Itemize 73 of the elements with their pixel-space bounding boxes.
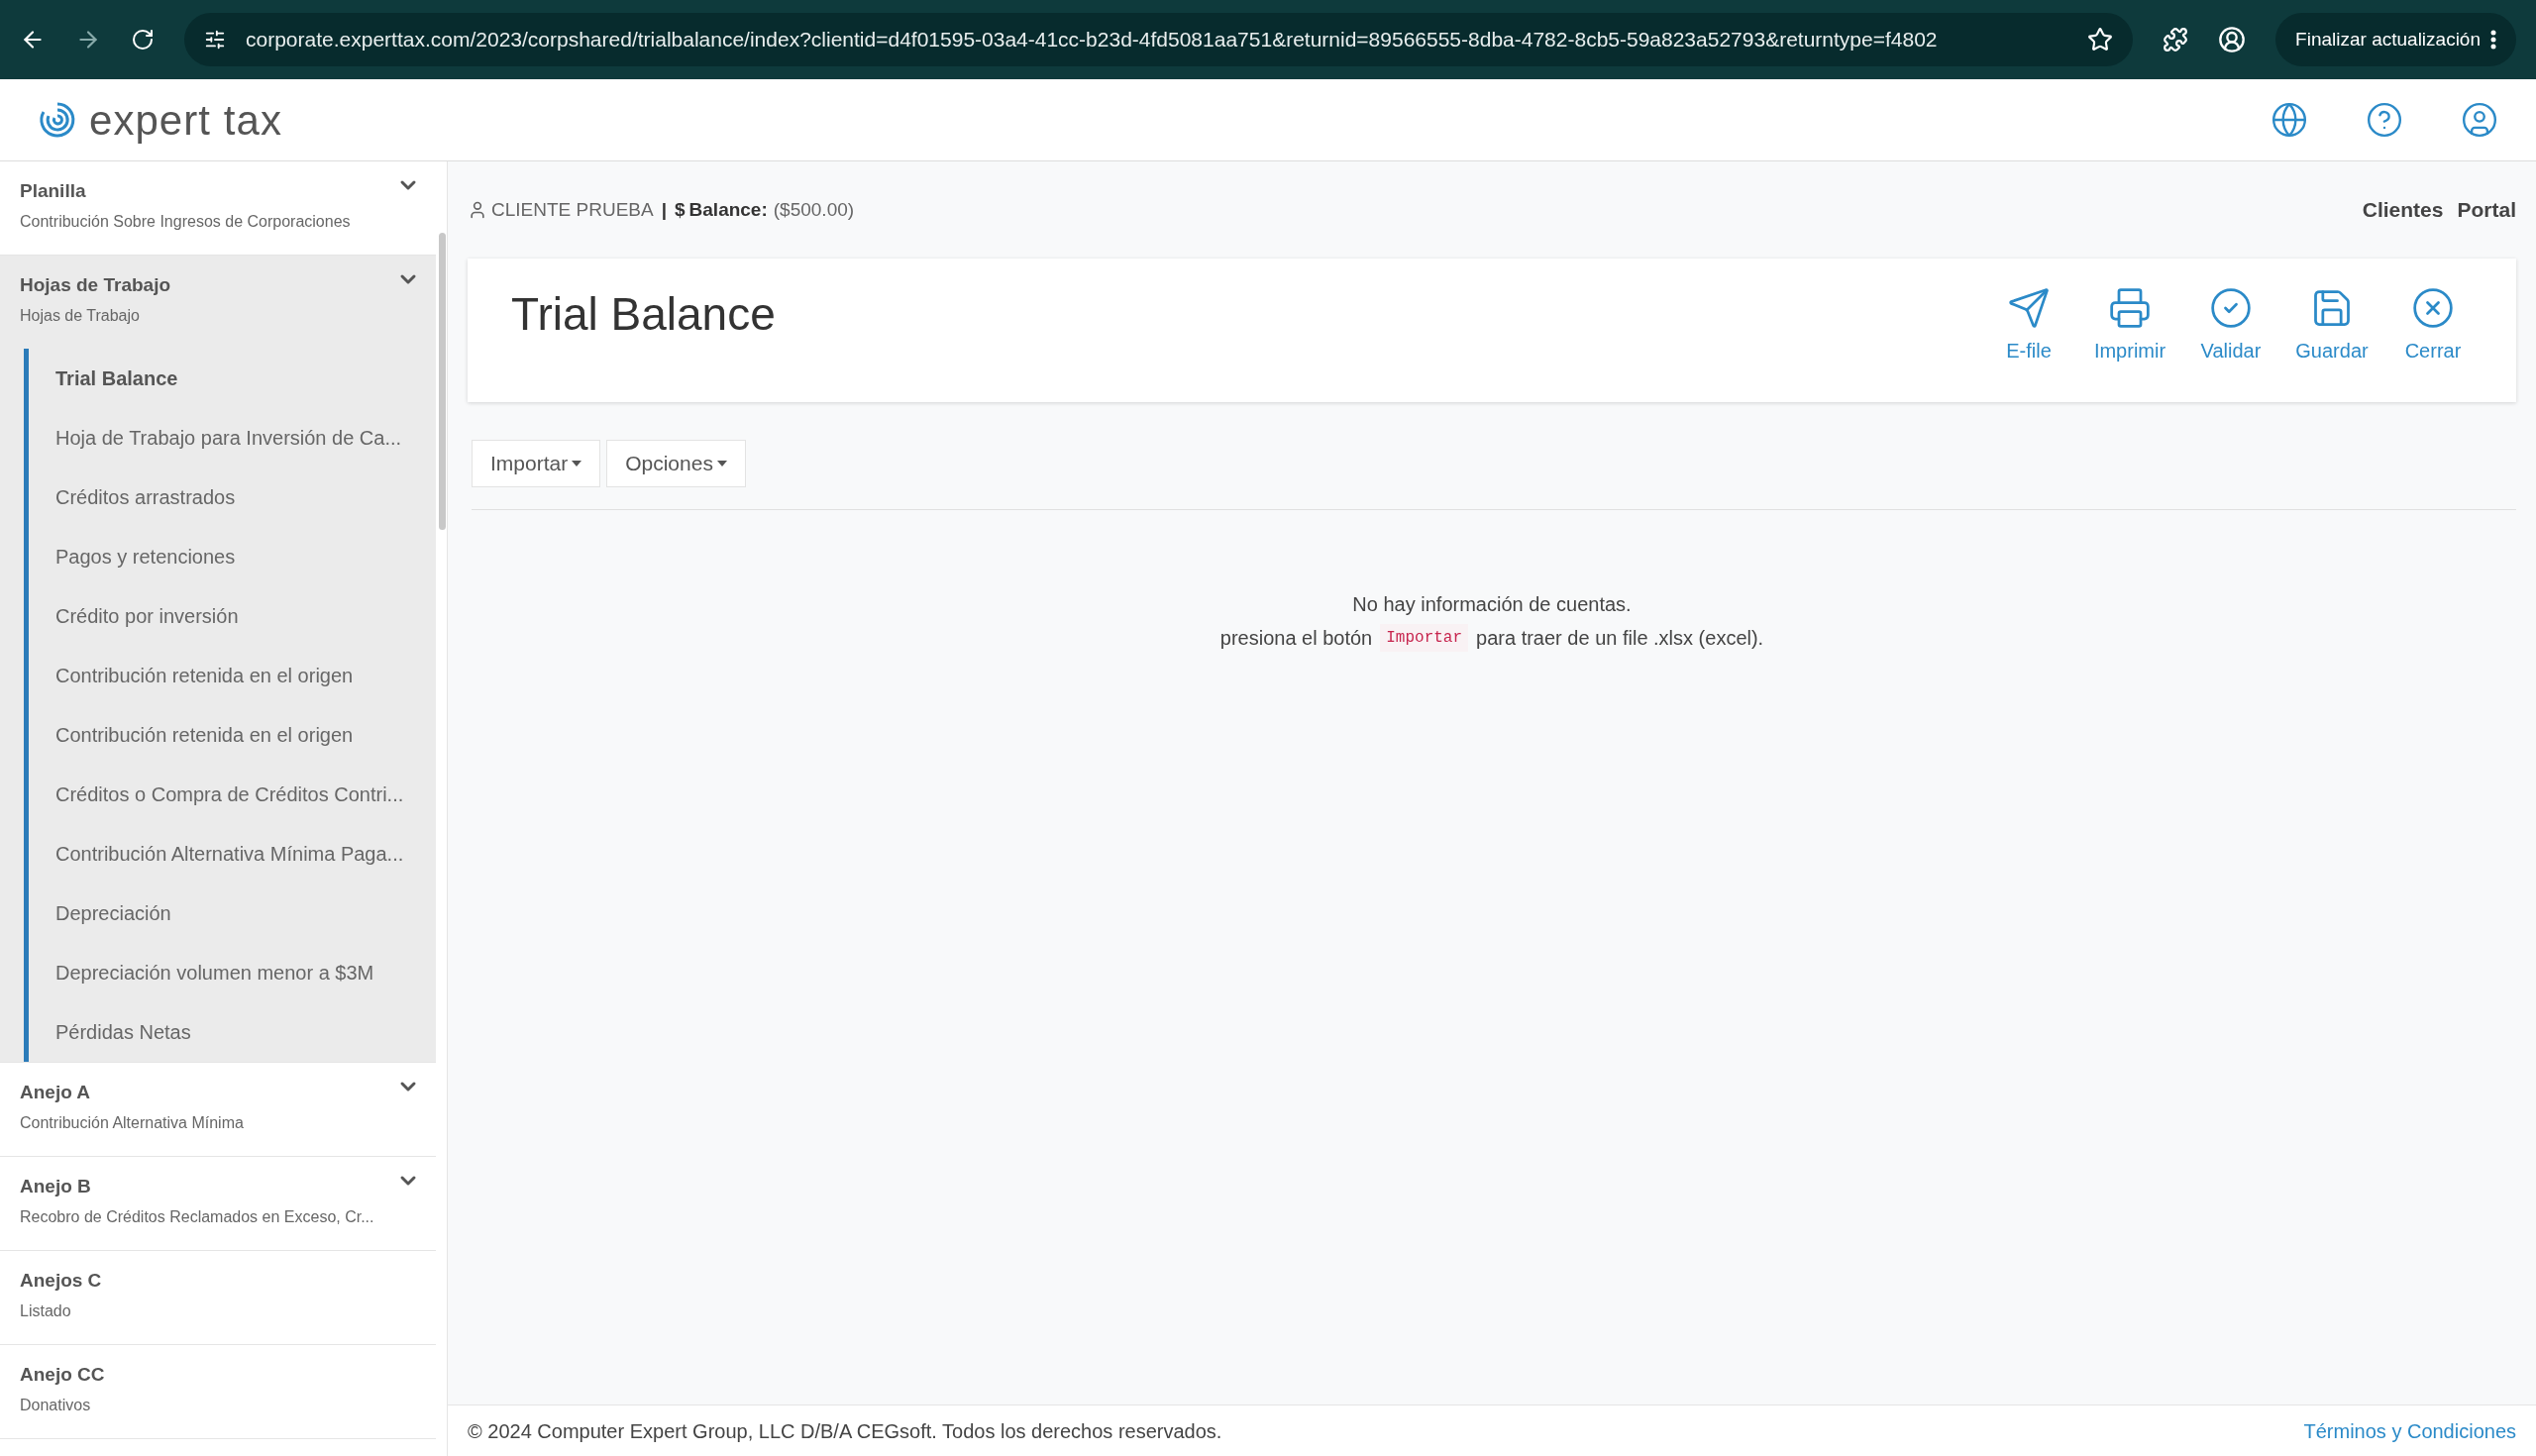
- sidebar-item[interactable]: Contribución retenida en el origen: [29, 646, 436, 705]
- sidebar-item[interactable]: Pagos y retenciones: [29, 527, 436, 586]
- hint-text: presiona el botón: [1219, 626, 1373, 651]
- group-title: Anejos C: [20, 1269, 102, 1293]
- balance-label: Balance:: [688, 197, 768, 222]
- url-text: corporate.experttax.com/2023/corpshared/trialbalance/index?clientid=d4f01595-03a4-41cc-b23d-4fd5081aa751&returnid=89566555-8dba-4782-8cb5-59a823a52793&returntype=f4802: [246, 27, 1939, 53]
- inline-code: Importar: [1380, 624, 1469, 652]
- nav-link[interactable]: Clientes: [2362, 194, 2444, 226]
- sidebar-group-header[interactable]: Anejo A Contribución Alternativa Mínima: [0, 1063, 436, 1156]
- group-subtitle: Contribución Alternativa Mínima: [20, 1113, 244, 1133]
- printer-icon: [2108, 286, 2152, 330]
- client-icon: [468, 200, 487, 220]
- sidebar-item[interactable]: Contribución retenida en el origen: [29, 705, 436, 765]
- sidebar-group-header[interactable]: Anejos C Listado: [0, 1251, 436, 1344]
- sidebar-item[interactable]: Hoja de Trabajo para Inversión de Ca...: [29, 408, 436, 468]
- sidebar-item[interactable]: Pérdidas Netas: [29, 1002, 436, 1062]
- sidebar-group-header[interactable]: Anejo B Recobro de Créditos Reclamados en Exceso, Cr...: [0, 1157, 436, 1250]
- user-account-icon[interactable]: [2461, 101, 2498, 139]
- check-circle-icon: [2209, 286, 2253, 330]
- action-button[interactable]: Cerrar: [2393, 286, 2473, 365]
- more-icon: [2490, 30, 2496, 50]
- sidebar-item[interactable]: Contribución Alternativa Mínima Paga...: [29, 824, 436, 884]
- reload-icon[interactable]: [131, 28, 155, 52]
- group-title: Anejo A: [20, 1081, 91, 1104]
- logo-icon: [38, 100, 77, 140]
- group-subtitle: Contribución Sobre Ingresos de Corporaciones: [20, 212, 351, 232]
- group-subtitle: Hojas de Trabajo: [20, 306, 140, 326]
- site-info-icon[interactable]: [204, 29, 226, 51]
- empty-message: No hay información de cuentas.: [1352, 592, 1632, 617]
- sidebar-item[interactable]: Crédito por inversión: [29, 586, 436, 646]
- dropdown-button[interactable]: Opciones: [606, 440, 746, 487]
- caret-icon: [716, 461, 727, 467]
- send-icon: [2007, 286, 2051, 330]
- page-title: Trial Balance: [511, 287, 776, 342]
- group-title: Planilla: [20, 179, 86, 203]
- sidebar-group-header[interactable]: Anejo CC Donativos: [0, 1345, 436, 1438]
- group-subtitle: Donativos: [20, 1396, 91, 1415]
- nav-link[interactable]: Portal: [2457, 194, 2516, 226]
- hint-text: para traer de un file .xlsx (excel).: [1476, 626, 1764, 651]
- group-title: Anejo CC: [20, 1363, 105, 1387]
- help-icon[interactable]: [2366, 101, 2403, 139]
- action-button[interactable]: Guardar: [2292, 286, 2372, 365]
- separator: |: [661, 197, 667, 222]
- client-name: CLIENTE PRUEBA: [491, 197, 654, 222]
- logo-text: expert tax: [89, 95, 282, 146]
- close-icon: [2411, 286, 2455, 330]
- bookmark-star-icon[interactable]: [2087, 27, 2114, 52]
- balance-value: ($500.00): [773, 197, 855, 222]
- sidebar-group-header[interactable]: Planilla Contribución Sobre Ingresos de Corporaciones: [0, 161, 436, 255]
- sidebar-item[interactable]: Créditos arrastrados: [29, 468, 436, 527]
- sidebar-item[interactable]: Depreciación: [29, 884, 436, 943]
- scrollbar[interactable]: [439, 233, 446, 530]
- profile-icon[interactable]: [2218, 26, 2247, 53]
- group-subtitle: Listado: [20, 1301, 71, 1321]
- caret-icon: [572, 461, 582, 467]
- group-subtitle: Recobro de Créditos Reclamados en Exceso, Cr...: [20, 1207, 374, 1227]
- language-globe-icon[interactable]: [2271, 101, 2308, 139]
- address-bar[interactable]: corporate.experttax.com/2023/corpshared/trialbalance/index?clientid=d4f01595-03a4-41cc-b23d-4fd5081aa751&returnid=89566555-8dba-4782-8cb5-59a823a52793&returntype=f4802: [184, 13, 2134, 66]
- dropdown-button[interactable]: Importar: [472, 440, 601, 487]
- extensions-icon[interactable]: [2163, 27, 2189, 52]
- action-button[interactable]: Imprimir: [2090, 286, 2169, 365]
- action-button[interactable]: E-file: [1989, 286, 2068, 365]
- currency-sign: $: [675, 197, 686, 222]
- sidebar-item[interactable]: Créditos o Compra de Créditos Contri...: [29, 765, 436, 824]
- update-button[interactable]: Finalizar actualización: [2275, 13, 2516, 66]
- sidebar-item[interactable]: Trial Balance: [29, 349, 436, 408]
- copyright-text: © 2024 Computer Expert Group, LLC D/B/A CEGsoft. Todos los derechos reservados.: [468, 1418, 1222, 1444]
- sidebar-group-header[interactable]: Hojas de Trabajo Hojas de Trabajo: [0, 256, 436, 349]
- terms-link[interactable]: Términos y Condiciones: [2303, 1415, 2516, 1446]
- action-button[interactable]: Validar: [2191, 286, 2271, 365]
- group-title: Anejo B: [20, 1175, 91, 1198]
- sidebar-item[interactable]: Depreciación volumen menor a $3M: [29, 943, 436, 1002]
- group-title: Hojas de Trabajo: [20, 273, 171, 297]
